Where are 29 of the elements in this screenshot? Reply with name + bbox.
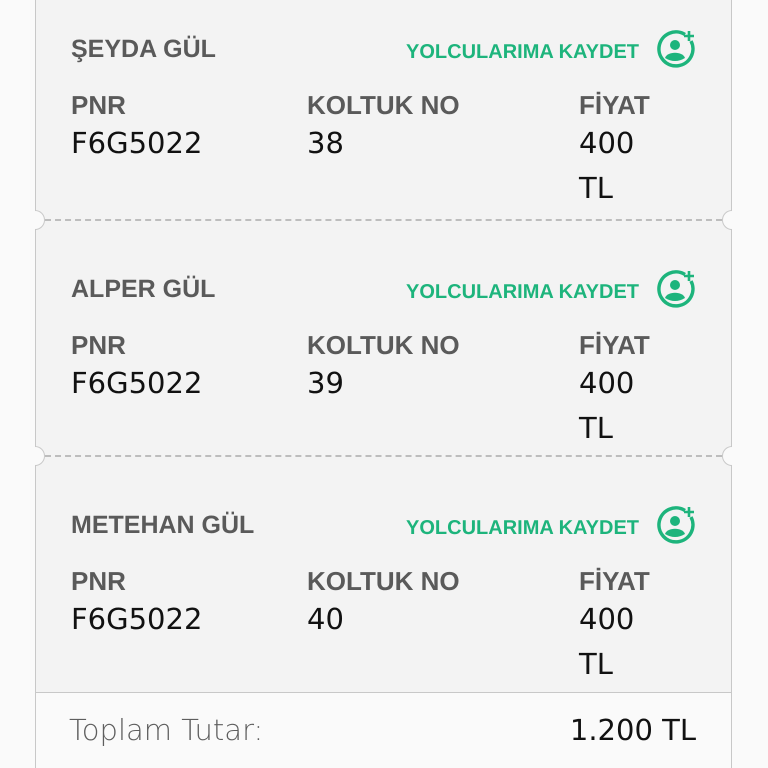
- field-value: F6G5022: [71, 125, 204, 162]
- field-label: FİYAT: [579, 329, 651, 361]
- field-value: 400 TL: [579, 125, 636, 207]
- field-value: 40: [307, 601, 345, 638]
- add-person-icon: [656, 505, 696, 545]
- field-label: PNR: [71, 565, 127, 597]
- field-label: KOLTUK NO: [307, 89, 461, 121]
- field-label: PNR: [71, 329, 127, 361]
- field-label: KOLTUK NO: [307, 329, 461, 361]
- field-value: 38: [307, 125, 345, 162]
- field-value: 39: [307, 365, 345, 402]
- field-value: 400 TL: [579, 601, 636, 683]
- save-passenger-button[interactable]: YOLCULARIMA KAYDET: [406, 29, 696, 69]
- total-amount: 1.200 TL: [570, 713, 696, 747]
- passenger-name: ŞEYDA GÜL: [71, 34, 216, 64]
- passenger-name: METEHAN GÜL: [71, 510, 254, 540]
- field-label: FİYAT: [579, 565, 651, 597]
- field-value: F6G5022: [71, 365, 204, 402]
- save-passenger-button[interactable]: YOLCULARIMA KAYDET: [406, 505, 696, 545]
- field-label: FİYAT: [579, 89, 651, 121]
- field-value: 400 TL: [579, 365, 636, 447]
- field-value: F6G5022: [71, 601, 204, 638]
- add-person-icon: [656, 269, 696, 309]
- field-label: KOLTUK NO: [307, 565, 461, 597]
- total-label: Toplam Tutar:: [69, 713, 264, 747]
- passenger-name: ALPER GÜL: [71, 274, 216, 304]
- save-passenger-button[interactable]: YOLCULARIMA KAYDET: [406, 269, 696, 309]
- add-person-icon: [656, 29, 696, 69]
- field-label: PNR: [71, 89, 127, 121]
